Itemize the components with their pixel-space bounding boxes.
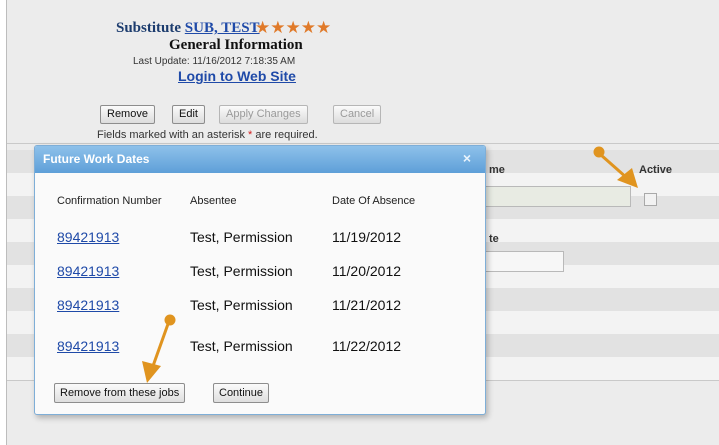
date-cell: 11/22/2012 (332, 338, 402, 354)
continue-button[interactable]: Continue (213, 383, 270, 403)
date-cell: 11/20/2012 (332, 263, 402, 279)
date-field[interactable] (484, 251, 564, 272)
name-column-header: me (489, 164, 505, 176)
close-icon[interactable]: × (463, 150, 471, 166)
future-work-dates-dialog: Future Work Dates × Confirmation Number … (34, 145, 486, 415)
edit-button[interactable]: Edit (172, 105, 205, 124)
remove-from-these-jobs-button[interactable]: Remove from these jobs (54, 383, 186, 403)
substitute-name-link[interactable]: SUB, TEST (185, 20, 260, 36)
substitute-title: Substitute SUB, TEST (116, 20, 260, 37)
required-fields-note: Fields marked with an asterisk * are req… (97, 129, 318, 141)
title-prefix: Substitute (116, 20, 182, 36)
confirmation-link[interactable]: 89421913 (57, 263, 119, 279)
confirmation-link[interactable]: 89421913 (57, 297, 119, 313)
column-header-absentee: Absentee (190, 195, 237, 207)
callout-arrow-remove (142, 314, 176, 383)
dialog-title: Future Work Dates (35, 146, 485, 173)
confirmation-link[interactable]: 89421913 (57, 229, 119, 245)
required-asterisk: * (248, 129, 253, 141)
date-cell: 11/21/2012 (332, 297, 402, 313)
absentee-cell: Test, Permission (190, 338, 293, 354)
date-column-header: te (489, 233, 499, 245)
absentee-cell: Test, Permission (190, 229, 293, 245)
active-checkbox[interactable] (644, 193, 657, 206)
callout-arrow-active (593, 146, 638, 188)
column-header-date: Date Of Absence (332, 195, 416, 207)
date-cell: 11/19/2012 (332, 229, 402, 245)
absentee-cell: Test, Permission (190, 263, 293, 279)
apply-changes-button[interactable]: Apply Changes (219, 105, 308, 124)
section-title: General Information (169, 37, 303, 53)
cancel-button[interactable]: Cancel (333, 105, 382, 124)
confirmation-link[interactable]: 89421913 (57, 338, 119, 354)
last-update-text: Last Update: 11/16/2012 7:18:35 AM (133, 56, 296, 67)
rating-stars: ★★★★★ (255, 18, 332, 37)
required-suffix: are required. (255, 129, 318, 141)
column-header-confirmation: Confirmation Number (57, 195, 162, 207)
remove-button[interactable]: Remove (100, 105, 155, 124)
login-web-site-link[interactable]: Login to Web Site (178, 68, 296, 84)
required-prefix: Fields marked with an asterisk (97, 129, 245, 141)
absentee-cell: Test, Permission (190, 297, 293, 313)
